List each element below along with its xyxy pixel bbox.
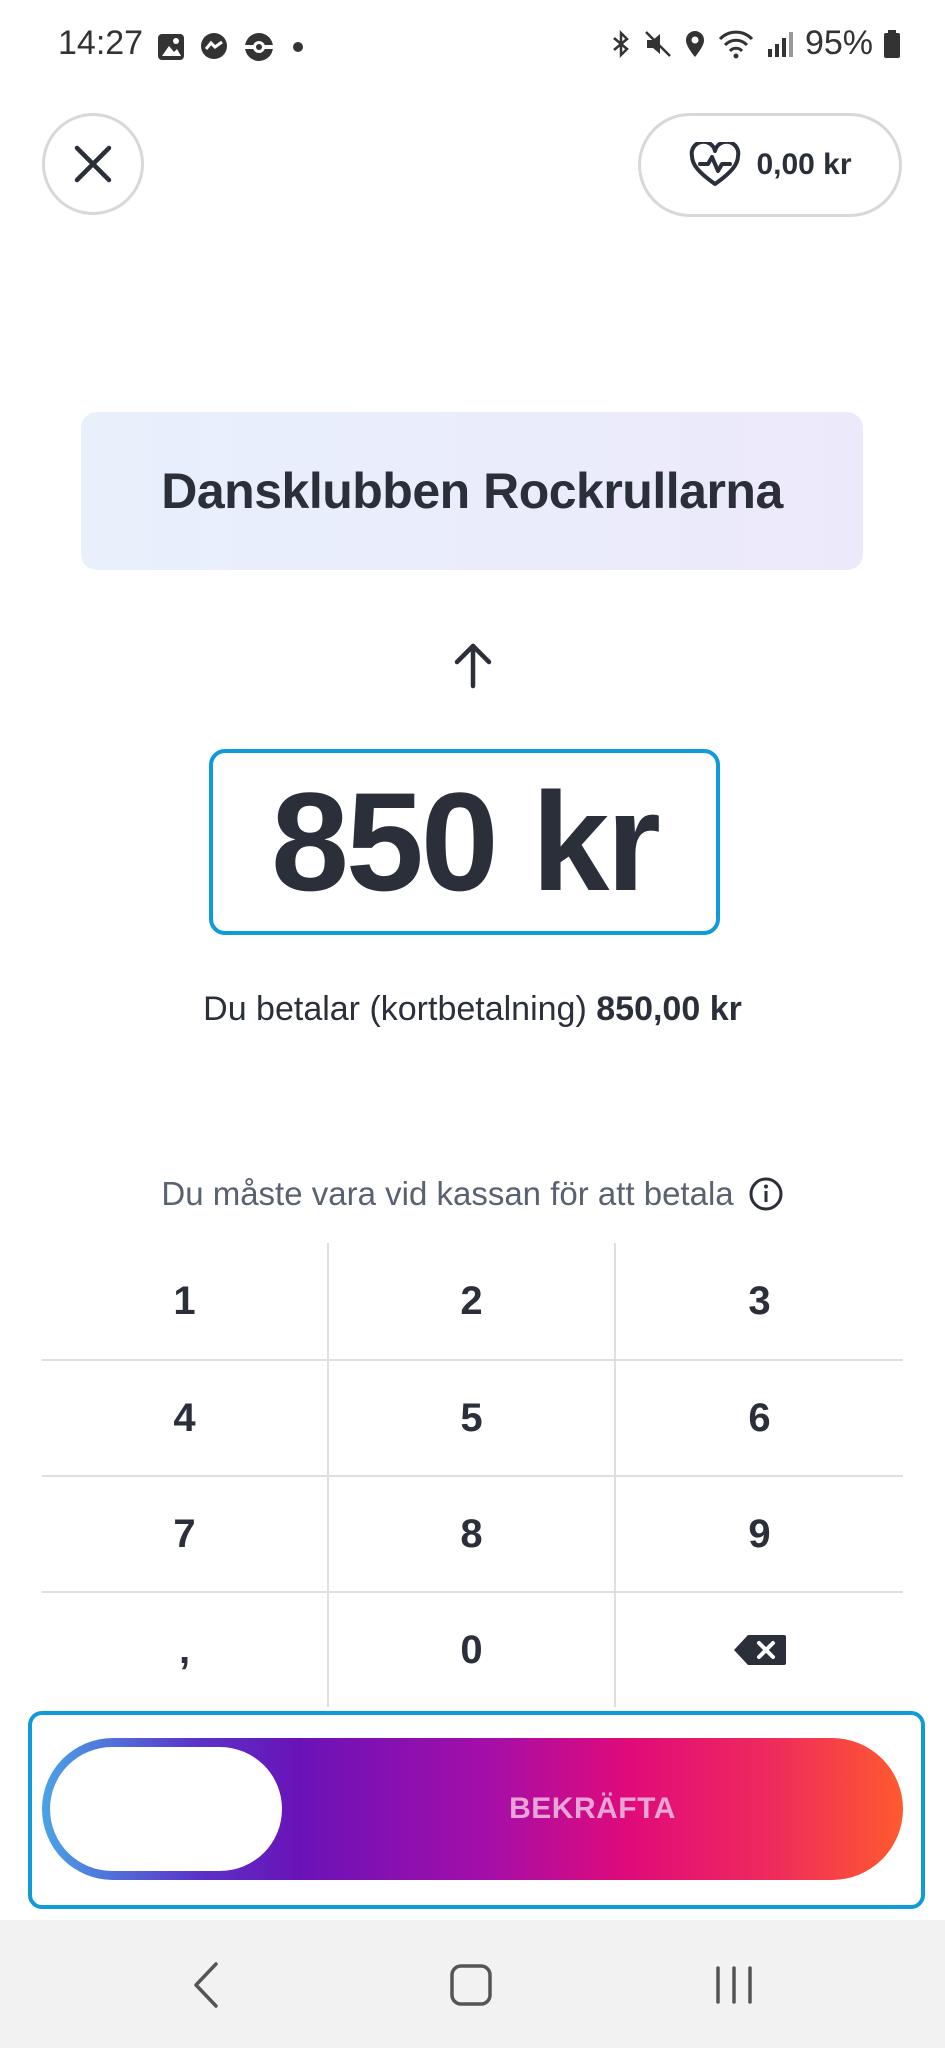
- key-1[interactable]: 1: [42, 1243, 329, 1359]
- status-time: 14:27: [58, 24, 144, 62]
- close-button[interactable]: [42, 113, 144, 215]
- key-5[interactable]: 5: [329, 1359, 616, 1475]
- close-icon: [74, 145, 112, 183]
- wallet-amount: 0,00 kr: [756, 148, 852, 181]
- status-right-icons: 95%: [609, 24, 901, 63]
- numeric-keypad: 1 2 3 4 5 6 7 8 9 , 0: [42, 1243, 903, 1707]
- key-8[interactable]: 8: [329, 1475, 616, 1591]
- bluetooth-icon: [613, 29, 629, 58]
- checkout-notice: Du måste vara vid kassan för att betala: [0, 1175, 945, 1213]
- amount-display[interactable]: 850 kr: [209, 749, 720, 935]
- battery-percent: 95%: [804, 24, 873, 62]
- back-icon[interactable]: [190, 1960, 222, 2010]
- home-icon[interactable]: [448, 1962, 494, 2008]
- dot-icon: [293, 42, 303, 52]
- pokeball-icon: [245, 33, 273, 61]
- battery-icon: [884, 29, 900, 58]
- signal-icon: [767, 31, 793, 57]
- info-icon[interactable]: [748, 1176, 784, 1212]
- location-icon: [685, 30, 704, 57]
- recipient-name: Dansklubben Rockrullarna: [161, 463, 783, 519]
- payment-total: 850,00 kr: [596, 990, 742, 1028]
- recipient-card: Dansklubben Rockrullarna: [81, 412, 863, 570]
- payment-method-label: Du betalar (kortbetalning): [203, 990, 587, 1028]
- key-2[interactable]: 2: [329, 1243, 616, 1359]
- key-comma[interactable]: ,: [42, 1591, 329, 1707]
- recents-icon[interactable]: [712, 1962, 756, 2008]
- backspace-icon: [733, 1635, 786, 1665]
- swipe-confirm-handle[interactable]: [50, 1747, 282, 1871]
- messenger-icon: [201, 33, 227, 59]
- heart-pulse-icon: [690, 142, 741, 186]
- arrow-up-icon: [454, 643, 492, 689]
- status-bar: 14:27 95%: [0, 0, 945, 92]
- payment-summary: Du betalar (kortbetalning) 850,00 kr: [0, 990, 945, 1029]
- wallet-balance-button[interactable]: 0,00 kr: [638, 113, 902, 217]
- key-7[interactable]: 7: [42, 1475, 329, 1591]
- key-0[interactable]: 0: [329, 1591, 616, 1707]
- key-4[interactable]: 4: [42, 1359, 329, 1475]
- amount-value: 850 kr: [271, 763, 661, 920]
- checkout-notice-text: Du måste vara vid kassan för att betala: [161, 1175, 734, 1212]
- confirm-label: BEKRÄFTA: [509, 1792, 676, 1825]
- backspace-key[interactable]: [616, 1591, 903, 1707]
- status-left-icons: [156, 30, 308, 64]
- mute-icon: [645, 30, 671, 57]
- key-6[interactable]: 6: [616, 1359, 903, 1475]
- wifi-icon: [718, 30, 754, 58]
- key-9[interactable]: 9: [616, 1475, 903, 1591]
- key-3[interactable]: 3: [616, 1243, 903, 1359]
- image-icon: [158, 34, 184, 60]
